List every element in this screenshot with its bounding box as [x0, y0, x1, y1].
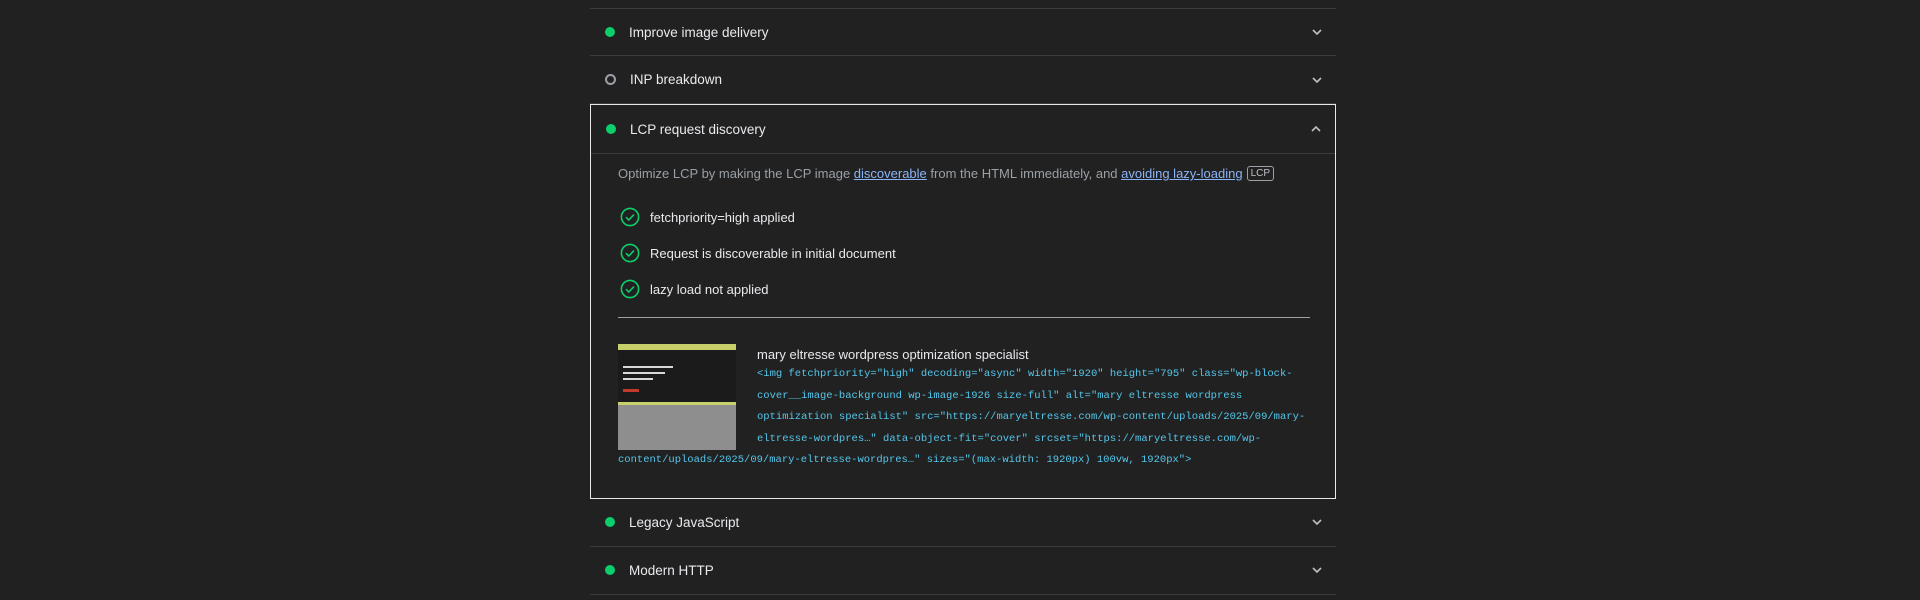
lcp-element-thumbnail	[618, 344, 736, 450]
avoiding-lazy-loading-link[interactable]: avoiding lazy-loading	[1121, 166, 1242, 181]
audit-improve-image-delivery[interactable]: Improve image delivery	[590, 8, 1336, 56]
lcp-badge: LCP	[1246, 166, 1275, 181]
audit-title: LCP request discovery	[630, 121, 766, 137]
check-label: fetchpriority=high applied	[650, 209, 795, 225]
divider	[618, 317, 1310, 318]
pass-status-icon	[605, 27, 615, 37]
check-item: fetchpriority=high applied	[618, 199, 1309, 235]
audit-description: Optimize LCP by making the LCP image dis…	[618, 166, 1309, 181]
audit-lcp-request-discovery: LCP request discovery Optimize LCP by ma…	[590, 104, 1336, 499]
pass-status-icon	[605, 565, 615, 575]
audit-title: Modern HTTP	[629, 562, 714, 578]
desc-text: from the HTML immediately, and	[926, 166, 1122, 181]
desc-text: Optimize LCP by making the LCP image	[618, 166, 854, 181]
check-circle-icon	[620, 279, 640, 299]
chevron-down-icon[interactable]	[1310, 515, 1324, 529]
audit-inp-breakdown[interactable]: INP breakdown	[590, 56, 1336, 104]
lcp-element-node[interactable]: mary eltresse wordpress optimization spe…	[618, 344, 1309, 472]
check-circle-icon	[620, 207, 640, 227]
pass-status-icon	[606, 124, 616, 134]
check-circle-icon	[620, 243, 640, 263]
chevron-down-icon[interactable]	[1310, 25, 1324, 39]
chevron-down-icon[interactable]	[1310, 563, 1324, 577]
chevron-up-icon[interactable]	[1309, 122, 1323, 136]
discoverable-link[interactable]: discoverable	[854, 166, 927, 181]
audit-header[interactable]: LCP request discovery	[591, 105, 1335, 154]
check-label: Request is discoverable in initial docum…	[650, 245, 896, 261]
audit-title: Legacy JavaScript	[629, 514, 740, 530]
check-item: Request is discoverable in initial docum…	[618, 235, 1309, 271]
pass-status-icon	[605, 517, 615, 527]
audit-title: INP breakdown	[630, 72, 723, 87]
chevron-down-icon[interactable]	[1310, 73, 1324, 87]
check-label: lazy load not applied	[650, 281, 769, 297]
audit-title: Improve image delivery	[629, 24, 769, 40]
audit-legacy-javascript[interactable]: Legacy JavaScript	[590, 499, 1336, 547]
check-item: lazy load not applied	[618, 271, 1309, 307]
audit-list: Improve image delivery INP breakdown LCP…	[590, 0, 1336, 595]
check-list: fetchpriority=high applied Request is di…	[618, 199, 1309, 307]
info-status-icon	[605, 74, 616, 85]
audit-modern-http[interactable]: Modern HTTP	[590, 547, 1336, 595]
